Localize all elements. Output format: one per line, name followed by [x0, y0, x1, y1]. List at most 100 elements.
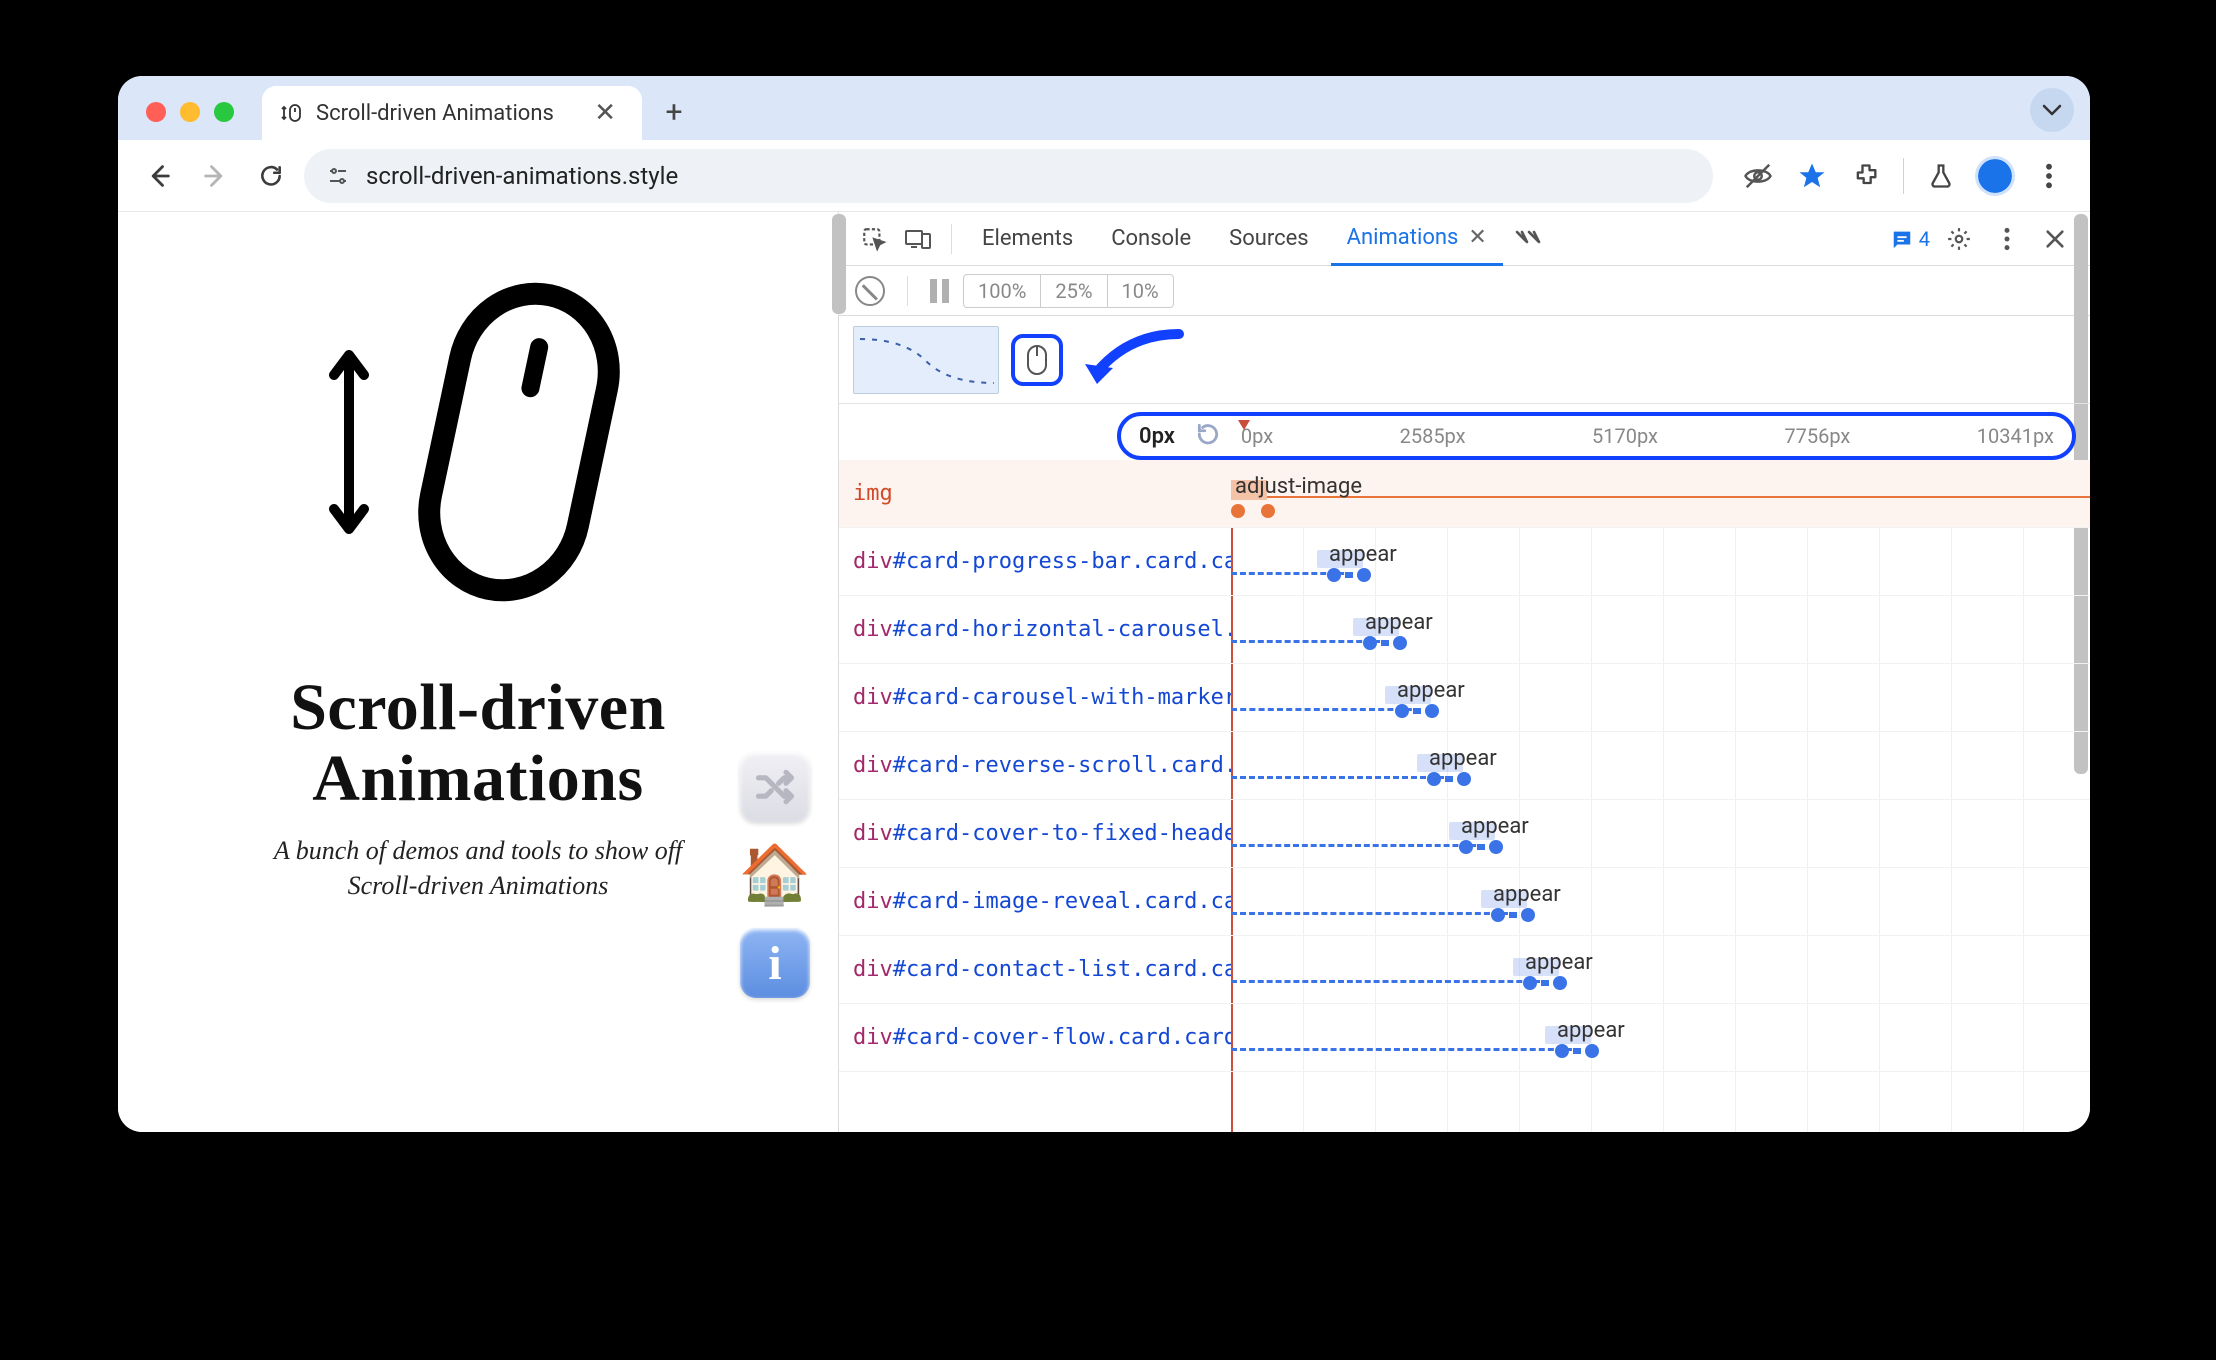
timeline-ruler[interactable]: 0px 0px 2585px 5170px 7756px 10341px: [1117, 412, 2076, 460]
mouse-icon: [404, 272, 634, 616]
reload-button[interactable]: [248, 153, 294, 199]
animation-track[interactable]: appear: [1231, 664, 2090, 731]
back-button[interactable]: [136, 153, 182, 199]
kebab-menu-icon[interactable]: [2026, 153, 2072, 199]
mouse-scroll-icon: [280, 101, 304, 125]
shuffle-button[interactable]: [740, 752, 810, 822]
animation-track[interactable]: appear: [1231, 732, 2090, 799]
speed-25[interactable]: 25%: [1041, 275, 1107, 307]
animation-track[interactable]: appear: [1231, 596, 2090, 663]
selector-text: div#card-contact-list.card.ca: [839, 957, 1231, 982]
animation-name: adjust-image: [1235, 474, 1362, 499]
clear-icon[interactable]: [855, 276, 885, 306]
selector-text: div#card-image-reveal.card.ca: [839, 889, 1231, 914]
new-tab-button[interactable]: +: [652, 90, 696, 134]
tab-animations[interactable]: Animations ✕: [1331, 213, 1503, 266]
animation-name: appear: [1525, 950, 1593, 975]
content-area: Scroll-drivenAnimations A bunch of demos…: [118, 212, 2090, 1132]
annotation-arrow-icon: [1079, 324, 1189, 398]
browser-toolbar: scroll-driven-animations.style: [118, 140, 2090, 212]
info-button[interactable]: i: [740, 928, 810, 998]
devtools-kebab-icon[interactable]: [1988, 220, 2026, 258]
replay-icon[interactable]: [1195, 421, 1221, 452]
animation-track[interactable]: appear: [1231, 936, 2090, 1003]
issues-badge[interactable]: 4: [1891, 227, 1930, 251]
tab-elements[interactable]: Elements: [966, 212, 1089, 265]
close-window-button[interactable]: [146, 102, 166, 122]
scroll-driven-indicator[interactable]: [1011, 334, 1063, 386]
window-controls: [146, 102, 234, 122]
keyframe-icon[interactable]: [1523, 976, 1567, 990]
tab-strip: Scroll-driven Animations ✕ +: [118, 76, 2090, 140]
inspect-icon[interactable]: [855, 220, 893, 258]
forward-button[interactable]: [192, 153, 238, 199]
animation-row[interactable]: div#card-cover-flow.card.cardappear: [839, 1004, 2090, 1072]
experiments-flask-icon[interactable]: [1918, 153, 1964, 199]
selector-text: div#card-progress-bar.card.ca: [839, 549, 1231, 574]
selector-text: div#card-reverse-scroll.card.: [839, 753, 1231, 778]
animations-list: imgadjust-imagediv#card-progress-bar.car…: [839, 460, 2090, 1132]
animation-track[interactable]: appear: [1231, 528, 2090, 595]
extensions-icon[interactable]: [1843, 153, 1889, 199]
keyframe-icon[interactable]: [1427, 772, 1471, 786]
animation-name: appear: [1329, 542, 1397, 567]
keyframe-icon[interactable]: [1327, 568, 1371, 582]
keyframe-icon[interactable]: [1363, 636, 1407, 650]
minimize-window-button[interactable]: [180, 102, 200, 122]
profile-avatar[interactable]: [1972, 153, 2018, 199]
address-bar[interactable]: scroll-driven-animations.style: [304, 149, 1713, 203]
animation-row[interactable]: imgadjust-image: [839, 460, 2090, 528]
close-tab-button[interactable]: ✕: [586, 94, 624, 132]
animation-track[interactable]: appear: [1231, 1004, 2090, 1071]
vertical-arrow-icon: [322, 347, 376, 541]
panel-splitter[interactable]: [832, 214, 846, 314]
animation-name: appear: [1493, 882, 1561, 907]
fullscreen-window-button[interactable]: [214, 102, 234, 122]
animation-row[interactable]: div#card-reverse-scroll.card. appear: [839, 732, 2090, 800]
animation-row[interactable]: div#card-image-reveal.card.ca appear: [839, 868, 2090, 936]
animation-row[interactable]: div#card-horizontal-carousel.appear: [839, 596, 2090, 664]
speed-100[interactable]: 100%: [964, 275, 1041, 307]
more-tabs-icon[interactable]: [1509, 220, 1547, 258]
selector-text: div#card-cover-flow.card.card: [839, 1025, 1231, 1050]
tab-console[interactable]: Console: [1095, 212, 1207, 265]
pause-button[interactable]: [930, 279, 949, 303]
speed-10[interactable]: 10%: [1108, 275, 1173, 307]
animation-row[interactable]: div#card-carousel-with-markerappear: [839, 664, 2090, 732]
animation-track[interactable]: adjust-image: [1231, 460, 2090, 527]
page-title: Scroll-drivenAnimations: [290, 672, 666, 815]
rendered-page: Scroll-drivenAnimations A bunch of demos…: [118, 212, 838, 1132]
url-text: scroll-driven-animations.style: [366, 162, 678, 190]
timeline-ruler-row: 0px 0px 2585px 5170px 7756px 10341px: [839, 404, 2090, 460]
home-button[interactable]: 🏠: [740, 840, 810, 910]
device-toggle-icon[interactable]: [899, 220, 937, 258]
animations-toolbar: 100% 25% 10%: [839, 266, 2090, 316]
animation-row[interactable]: div#card-progress-bar.card.ca appear: [839, 528, 2090, 596]
toolbar-right: [1735, 153, 2072, 199]
site-settings-icon[interactable]: [326, 164, 350, 188]
ruler-tick: 10341px: [1977, 424, 2054, 448]
animation-track[interactable]: appear: [1231, 800, 2090, 867]
ruler-tick: 5170px: [1592, 424, 1658, 448]
active-tab[interactable]: Scroll-driven Animations ✕: [262, 86, 642, 140]
tab-sources[interactable]: Sources: [1213, 212, 1325, 265]
visibility-off-icon[interactable]: [1735, 153, 1781, 199]
devtools-panel: Elements Console Sources Animations ✕ 4: [838, 212, 2090, 1132]
playback-speed-group: 100% 25% 10%: [963, 274, 1174, 308]
animation-row[interactable]: div#card-cover-to-fixed-headeappear: [839, 800, 2090, 868]
animation-row[interactable]: div#card-contact-list.card.ca appear: [839, 936, 2090, 1004]
animation-track[interactable]: appear: [1231, 868, 2090, 935]
tab-overflow-button[interactable]: [2030, 88, 2074, 132]
keyframe-icon[interactable]: [1459, 840, 1503, 854]
playhead-icon[interactable]: [1236, 416, 1252, 432]
devtools-close-icon[interactable]: [2036, 220, 2074, 258]
close-tab-icon[interactable]: ✕: [1468, 225, 1486, 250]
gear-icon[interactable]: [1940, 220, 1978, 258]
browser-window: Scroll-driven Animations ✕ + scroll-driv…: [118, 76, 2090, 1132]
keyframe-icon[interactable]: [1555, 1044, 1599, 1058]
animation-name: appear: [1429, 746, 1497, 771]
bookmark-star-icon[interactable]: [1789, 153, 1835, 199]
animation-group-thumbnail[interactable]: [853, 326, 999, 394]
keyframe-icon[interactable]: [1491, 908, 1535, 922]
keyframe-icon[interactable]: [1395, 704, 1439, 718]
